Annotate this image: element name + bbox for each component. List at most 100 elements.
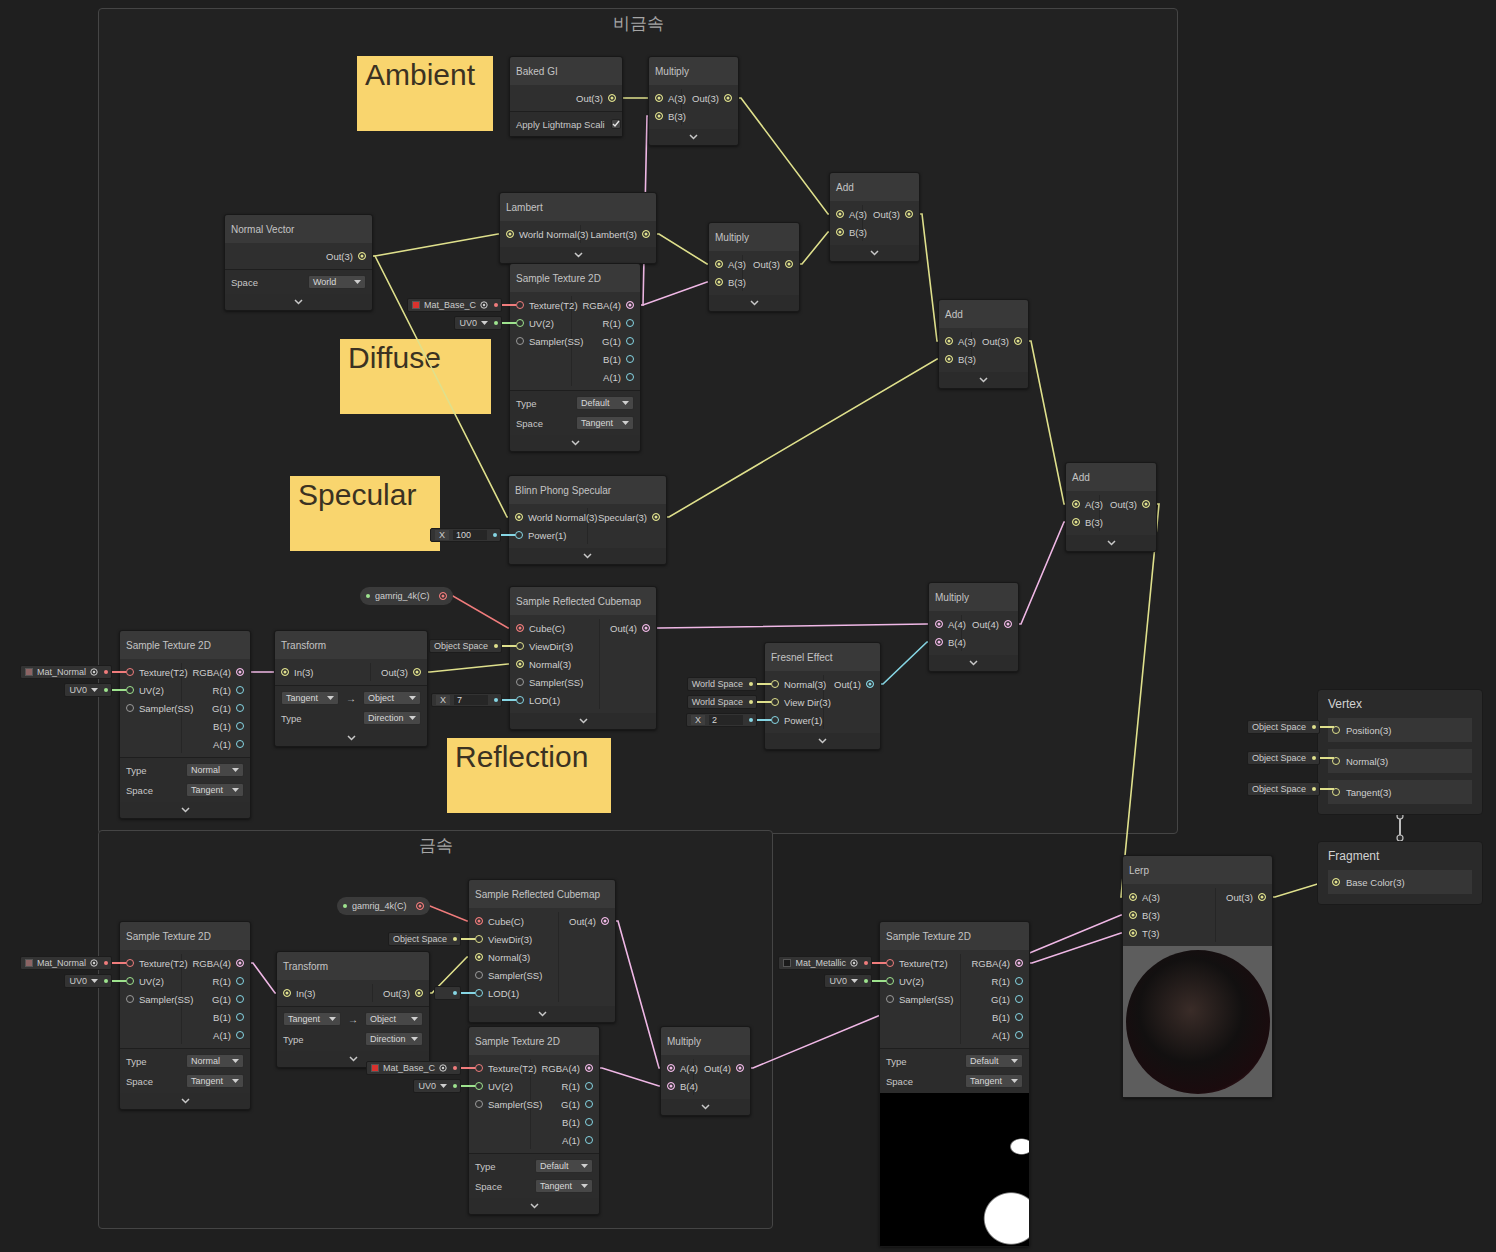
fragment-block[interactable]: FragmentBase Color(3) bbox=[1317, 841, 1483, 905]
output-port[interactable]: RGBA(4) bbox=[535, 1059, 599, 1077]
expand-toggle[interactable] bbox=[469, 1198, 599, 1214]
output-port[interactable]: G(1) bbox=[596, 332, 640, 350]
expand-toggle[interactable] bbox=[469, 1006, 615, 1022]
node-title[interactable]: Transform bbox=[277, 952, 429, 980]
wire[interactable] bbox=[363, 256, 519, 517]
input-port[interactable]: Mat_NormalTexture(T2) bbox=[120, 663, 181, 681]
wire[interactable] bbox=[729, 98, 840, 214]
input-port[interactable]: UV0UV(2) bbox=[469, 1077, 530, 1095]
output-port[interactable]: Lambert(3) bbox=[585, 225, 656, 243]
port-dot[interactable] bbox=[1015, 959, 1023, 967]
node-title[interactable]: Lerp bbox=[1123, 856, 1272, 884]
port-dot[interactable] bbox=[601, 917, 609, 925]
port-dot[interactable] bbox=[126, 995, 134, 1003]
output-port[interactable]: Out(3) bbox=[375, 663, 427, 681]
output-port[interactable]: R(1) bbox=[597, 314, 640, 332]
graph-node[interactable]: LambertWorld Normal(3)Lambert(3) bbox=[499, 192, 657, 264]
output-port[interactable]: A(1) bbox=[556, 1131, 599, 1149]
port-dot[interactable] bbox=[126, 686, 134, 694]
text-field[interactable]: Object Space bbox=[429, 639, 502, 653]
group-title[interactable]: 금속 bbox=[419, 831, 453, 855]
port-dot[interactable] bbox=[516, 678, 524, 686]
input-port[interactable]: A(3) bbox=[1066, 495, 1099, 513]
wire[interactable] bbox=[657, 359, 949, 517]
port-dot[interactable] bbox=[886, 977, 894, 985]
dropdown-field[interactable]: UV0 bbox=[413, 1079, 461, 1093]
port-dot[interactable] bbox=[626, 337, 634, 345]
port-dot[interactable] bbox=[475, 1082, 483, 1090]
input-port[interactable]: Sampler(SS) bbox=[510, 673, 599, 691]
port-dot[interactable] bbox=[626, 319, 634, 327]
output-port[interactable]: A(1) bbox=[207, 1026, 250, 1044]
sticky-note[interactable]: Reflection bbox=[447, 738, 611, 813]
graph-node[interactable]: Normal VectorOut(3)SpaceWorld bbox=[224, 214, 373, 311]
input-port[interactable]: X100Power(1) bbox=[509, 526, 587, 544]
block-port[interactable]: Base Color(3) bbox=[1328, 870, 1472, 894]
port-dot[interactable] bbox=[475, 971, 483, 979]
graph-node[interactable]: MultiplyA(4)B(4)Out(4) bbox=[660, 1026, 751, 1116]
dropdown[interactable]: Tangent bbox=[281, 691, 339, 705]
port-dot[interactable] bbox=[652, 513, 660, 521]
output-port[interactable]: R(1) bbox=[986, 972, 1029, 990]
port-dot[interactable] bbox=[866, 680, 874, 688]
port-dot[interactable] bbox=[585, 1064, 593, 1072]
graph-node[interactable]: AddA(3)B(3)Out(3) bbox=[938, 299, 1029, 389]
object-picker-icon[interactable] bbox=[439, 1064, 447, 1072]
input-port[interactable]: LOD(1) bbox=[469, 984, 558, 1002]
expand-toggle[interactable] bbox=[649, 129, 738, 145]
output-port[interactable]: B(1) bbox=[986, 1008, 1029, 1026]
output-port[interactable]: Out(1) bbox=[828, 675, 880, 693]
input-port[interactable]: Mat_Base_CTexture(T2) bbox=[510, 296, 571, 314]
port-dot[interactable] bbox=[236, 668, 244, 676]
input-port[interactable]: A(3) bbox=[939, 332, 971, 350]
port-dot[interactable] bbox=[475, 1100, 483, 1108]
output-port[interactable]: R(1) bbox=[207, 681, 250, 699]
texture-field[interactable]: Mat_Metallic bbox=[778, 956, 872, 970]
input-port[interactable]: UV0UV(2) bbox=[120, 681, 181, 699]
port-dot[interactable] bbox=[667, 1064, 675, 1072]
port-dot[interactable] bbox=[516, 319, 524, 327]
wire[interactable] bbox=[1121, 504, 1159, 897]
input-port[interactable]: Cube(C) bbox=[469, 912, 558, 930]
port-dot[interactable] bbox=[516, 624, 524, 632]
port-dot[interactable] bbox=[626, 355, 634, 363]
port-dot[interactable] bbox=[416, 902, 424, 910]
block-port[interactable]: Object SpaceNormal(3) bbox=[1328, 749, 1472, 773]
node-title[interactable]: Normal Vector bbox=[225, 215, 372, 243]
object-picker-icon[interactable] bbox=[480, 301, 488, 309]
port-dot[interactable] bbox=[935, 638, 943, 646]
port-dot[interactable] bbox=[515, 531, 523, 539]
expand-toggle[interactable] bbox=[510, 713, 656, 729]
output-port[interactable]: RGBA(4) bbox=[186, 954, 250, 972]
value-box[interactable] bbox=[439, 988, 447, 998]
node-title[interactable]: Add bbox=[939, 300, 1028, 328]
port-dot[interactable] bbox=[771, 680, 779, 688]
input-port[interactable]: T(3) bbox=[1123, 924, 1215, 942]
expand-toggle[interactable] bbox=[709, 295, 799, 311]
port-dot[interactable] bbox=[655, 112, 663, 120]
object-picker-icon[interactable] bbox=[850, 959, 858, 967]
port-dot[interactable] bbox=[126, 959, 134, 967]
group-title[interactable]: 비금속 bbox=[613, 9, 664, 33]
input-port[interactable]: Object SpaceViewDir(3) bbox=[469, 930, 558, 948]
output-port[interactable]: Out(3) bbox=[867, 205, 919, 223]
port-dot[interactable] bbox=[1015, 995, 1023, 1003]
dropdown[interactable]: Direction bbox=[365, 1032, 423, 1046]
port-dot[interactable] bbox=[358, 252, 366, 260]
text-field[interactable]: World Space bbox=[687, 695, 757, 709]
port-dot[interactable] bbox=[1004, 620, 1012, 628]
port-dot[interactable] bbox=[236, 977, 244, 985]
output-port[interactable]: Out(3) bbox=[1220, 888, 1272, 906]
texture-field[interactable]: Mat_Base_C bbox=[366, 1061, 461, 1075]
dropdown[interactable]: Direction bbox=[363, 711, 421, 725]
input-port[interactable]: World SpaceNormal(3) bbox=[765, 675, 823, 693]
graph-node[interactable]: LerpA(3)B(3)T(3)Out(3) bbox=[1122, 855, 1273, 1098]
dropdown[interactable]: Normal bbox=[186, 1054, 244, 1068]
port-dot[interactable] bbox=[1142, 500, 1150, 508]
number-field[interactable]: X100 bbox=[430, 528, 501, 542]
dropdown-field[interactable]: UV0 bbox=[454, 316, 502, 330]
port-dot[interactable] bbox=[736, 1064, 744, 1072]
port-dot[interactable] bbox=[236, 959, 244, 967]
output-port[interactable]: R(1) bbox=[556, 1077, 599, 1095]
port-dot[interactable] bbox=[236, 686, 244, 694]
